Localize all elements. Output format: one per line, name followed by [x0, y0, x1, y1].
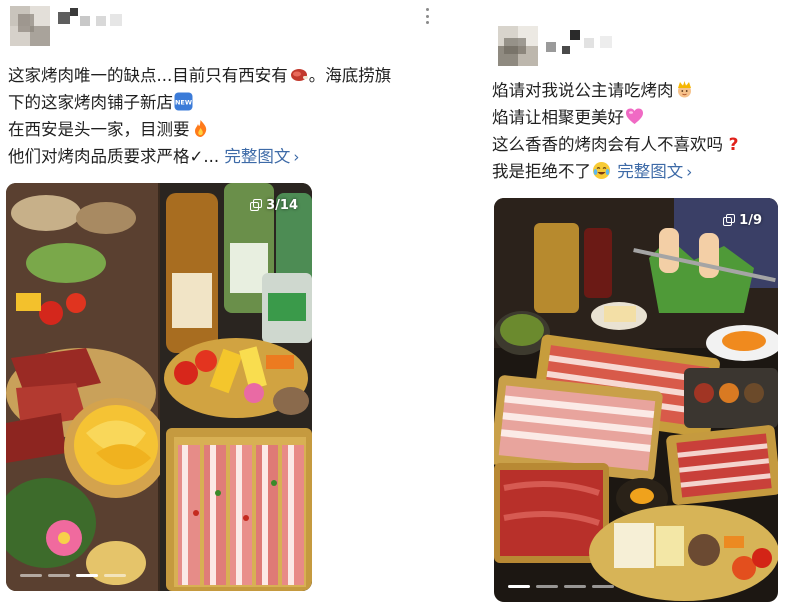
carousel-dot [564, 585, 586, 588]
svg-text:?: ? [729, 135, 739, 153]
crying-laugh-emoji [592, 161, 611, 180]
post-text[interactable]: 这家烤肉唯一的缺点...目前只有西安有 。海底捞旗 下的这家烤肉铺子新店 NEW 在… [8, 62, 391, 170]
images-stack-icon [250, 199, 263, 211]
barbecue-table-photo [494, 198, 778, 602]
image-counter: 1/9 [719, 210, 766, 230]
post-author[interactable] [10, 6, 122, 46]
post-text-line-4: 他们对烤肉品质要求严格✓... 完整图文 › [8, 143, 391, 170]
chevron-right-icon: › [686, 163, 693, 181]
post-text-line-3: 这么香香的烤肉会有人不喜欢吗? [492, 131, 744, 158]
post-text-line-1: 焰请对我说公主请吃烤肉 [492, 77, 744, 104]
carousel-dot-active [508, 585, 530, 588]
post-image[interactable]: 1/9 [494, 198, 778, 602]
food-photo-collage [6, 183, 312, 591]
images-stack-icon [723, 214, 736, 226]
post-image[interactable]: 3/14 [6, 183, 312, 591]
carousel-dot [104, 574, 126, 577]
carousel-indicator [508, 585, 614, 588]
carousel-dot [592, 585, 614, 588]
author-name-blurred[interactable] [546, 28, 616, 56]
carousel-indicator [20, 574, 126, 577]
svg-text:NEW: NEW [175, 99, 192, 107]
carousel-dot [48, 574, 70, 577]
fire-emoji [191, 119, 210, 138]
post-text-line-2: 下的这家烤肉铺子新店 NEW [8, 92, 193, 112]
red-question-emoji: ? [724, 134, 743, 155]
full-text-link[interactable]: 完整图文 › [617, 162, 692, 181]
post-text[interactable]: 焰请对我说公主请吃烤肉 焰请让相聚更美好 这么香香的烤肉会有人不喜欢吗? 我是拒… [492, 77, 744, 185]
image-counter: 3/14 [246, 195, 302, 215]
carousel-dot-active [76, 574, 98, 577]
meat-emoji [289, 65, 308, 84]
feed-post-left[interactable]: 这家烤肉唯一的缺点...目前只有西安有 。海底捞旗 下的这家烤肉铺子新店 NEW 在… [0, 0, 445, 606]
avatar[interactable] [10, 6, 50, 46]
post-author[interactable] [498, 26, 612, 66]
pink-heart-emoji [625, 107, 644, 126]
post-text-line-3: 在西安是头一家，目测要 [8, 116, 391, 143]
author-name-blurred[interactable] [58, 8, 128, 32]
carousel-dot [20, 574, 42, 577]
post-text-line-4: 我是拒绝不了 完整图文 › [492, 158, 744, 185]
post-text-line-2: 焰请让相聚更美好 [492, 104, 744, 131]
carousel-dot [536, 585, 558, 588]
more-options-icon[interactable] [420, 6, 434, 26]
chevron-right-icon: › [293, 148, 300, 166]
new-badge-emoji: NEW [174, 92, 193, 111]
full-text-link[interactable]: 完整图文 › [224, 147, 299, 166]
feed-post-right[interactable]: 焰请对我说公主请吃烤肉 焰请让相聚更美好 这么香香的烤肉会有人不喜欢吗? 我是拒… [480, 0, 805, 606]
princess-emoji [675, 80, 694, 99]
avatar[interactable] [498, 26, 538, 66]
post-text-line-1: 这家烤肉唯一的缺点...目前只有西安有 。海底捞旗 [8, 65, 392, 85]
